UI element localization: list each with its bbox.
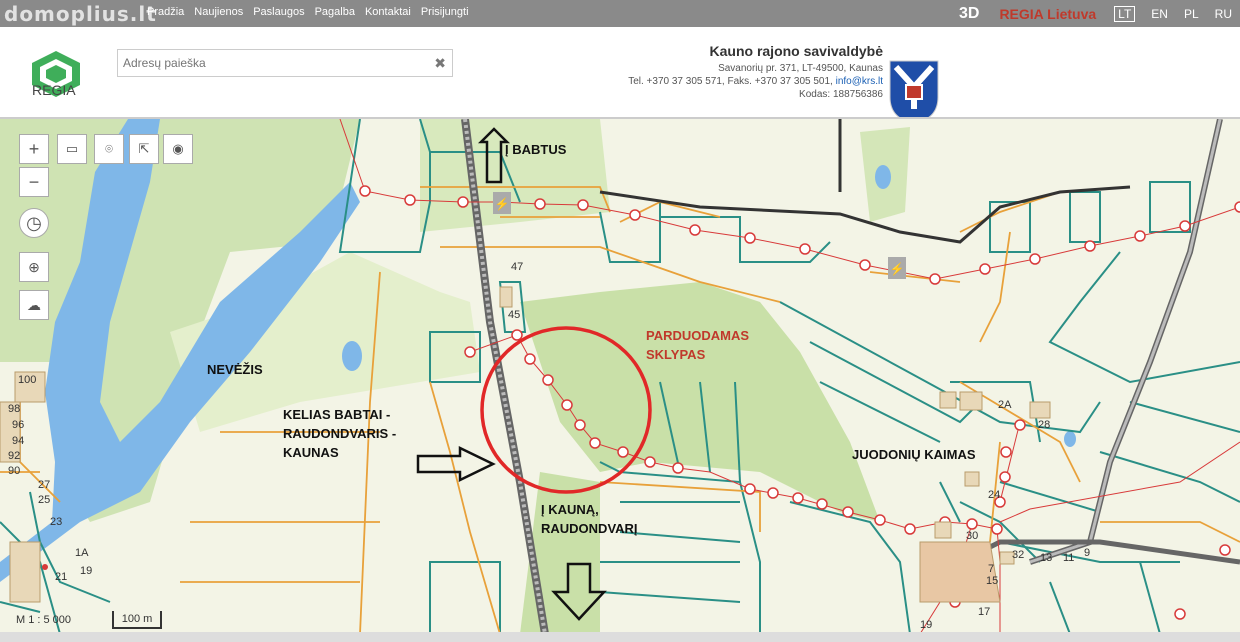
municipality-info: Kauno rajono savivaldybė Savanorių pr. 3…: [628, 43, 884, 101]
label-kaunas: Į KAUNĄ, RAUDONDVARĮ: [541, 502, 638, 536]
pin-icon[interactable]: ⌾: [94, 134, 124, 164]
search-input[interactable]: [118, 50, 418, 76]
label-river: NEVĖŽIS: [207, 362, 263, 377]
label-for-sale: PARDUODAMAS SKLYPAS: [646, 328, 750, 362]
coat-of-arms-icon: [889, 60, 939, 124]
top-nav: Pradžia Naujienos Paslaugos Pagalba Kont…: [147, 6, 469, 18]
lang-lt[interactable]: LT: [1114, 5, 1136, 22]
logo-text: REGIA: [32, 82, 76, 98]
scale-bar: 100 m: [112, 611, 162, 629]
compass-icon[interactable]: ◷: [19, 208, 49, 238]
target-icon[interactable]: ◉: [163, 134, 193, 164]
municipality-code: Kodas: 188756386: [799, 89, 883, 100]
map-canvas[interactable]: ⚡ ⚡: [0, 119, 1240, 632]
label-village: JUODONIŲ KAIMAS: [852, 447, 976, 462]
header: REGIA ✖ Kauno rajono savivaldybė Savanor…: [0, 27, 1240, 124]
svg-text:⚡: ⚡: [890, 262, 905, 276]
nav-home[interactable]: Pradžia: [147, 6, 184, 18]
municipality-address: Savanorių pr. 371, LT-49500, Kaunas: [718, 63, 883, 74]
zoom-in-button[interactable]: +: [19, 134, 49, 164]
watermark: domoplius.lt: [4, 2, 157, 26]
footer-bar: [0, 632, 1240, 642]
label-road: KELIAS BABTAI - RAUDONDVARIS - KAUNAS: [283, 407, 397, 460]
municipality-contacts: Tel. +370 37 305 571, Faks. +370 37 305 …: [628, 75, 883, 88]
export-icon[interactable]: ⇱: [129, 134, 159, 164]
municipality-name: Kauno rajono savivaldybė: [709, 43, 884, 59]
ruler-icon[interactable]: ▭: [57, 134, 87, 164]
lang-ru[interactable]: RU: [1215, 7, 1232, 21]
zoom-out-button[interactable]: −: [19, 167, 49, 197]
label-babtus: Į BABTUS: [505, 142, 567, 157]
nav-login[interactable]: Prisijungti: [421, 6, 469, 18]
map-view[interactable]: ⚡ ⚡ + − ▭ ⌾ ⇱ ◉ ◷ ⊕ ☁ Į BABTUS PARDUODAM…: [0, 117, 1240, 632]
brand-link[interactable]: REGIA Lietuva: [999, 6, 1096, 22]
svg-text:⚡: ⚡: [495, 197, 510, 211]
lang-pl[interactable]: PL: [1184, 7, 1199, 21]
clear-icon[interactable]: ✖: [434, 55, 446, 72]
top-bar: domoplius.lt Pradžia Naujienos Paslaugos…: [0, 0, 1240, 27]
nav-news[interactable]: Naujienos: [194, 6, 243, 18]
scale-ratio: M 1 : 5 000: [16, 614, 72, 626]
lang-en[interactable]: EN: [1151, 7, 1168, 21]
municipality-email[interactable]: info@krs.lt: [836, 76, 883, 87]
shape-icon[interactable]: ☁: [19, 290, 49, 320]
nav-help[interactable]: Pagalba: [315, 6, 355, 18]
address-search[interactable]: ✖: [117, 49, 453, 77]
municipality-phone: Tel. +370 37 305 571, Faks. +370 37 305 …: [628, 76, 836, 87]
3d-button[interactable]: 3D: [959, 5, 979, 23]
locate-icon[interactable]: ⊕: [19, 252, 49, 282]
nav-contacts[interactable]: Kontaktai: [365, 6, 411, 18]
nav-services[interactable]: Paslaugos: [253, 6, 304, 18]
